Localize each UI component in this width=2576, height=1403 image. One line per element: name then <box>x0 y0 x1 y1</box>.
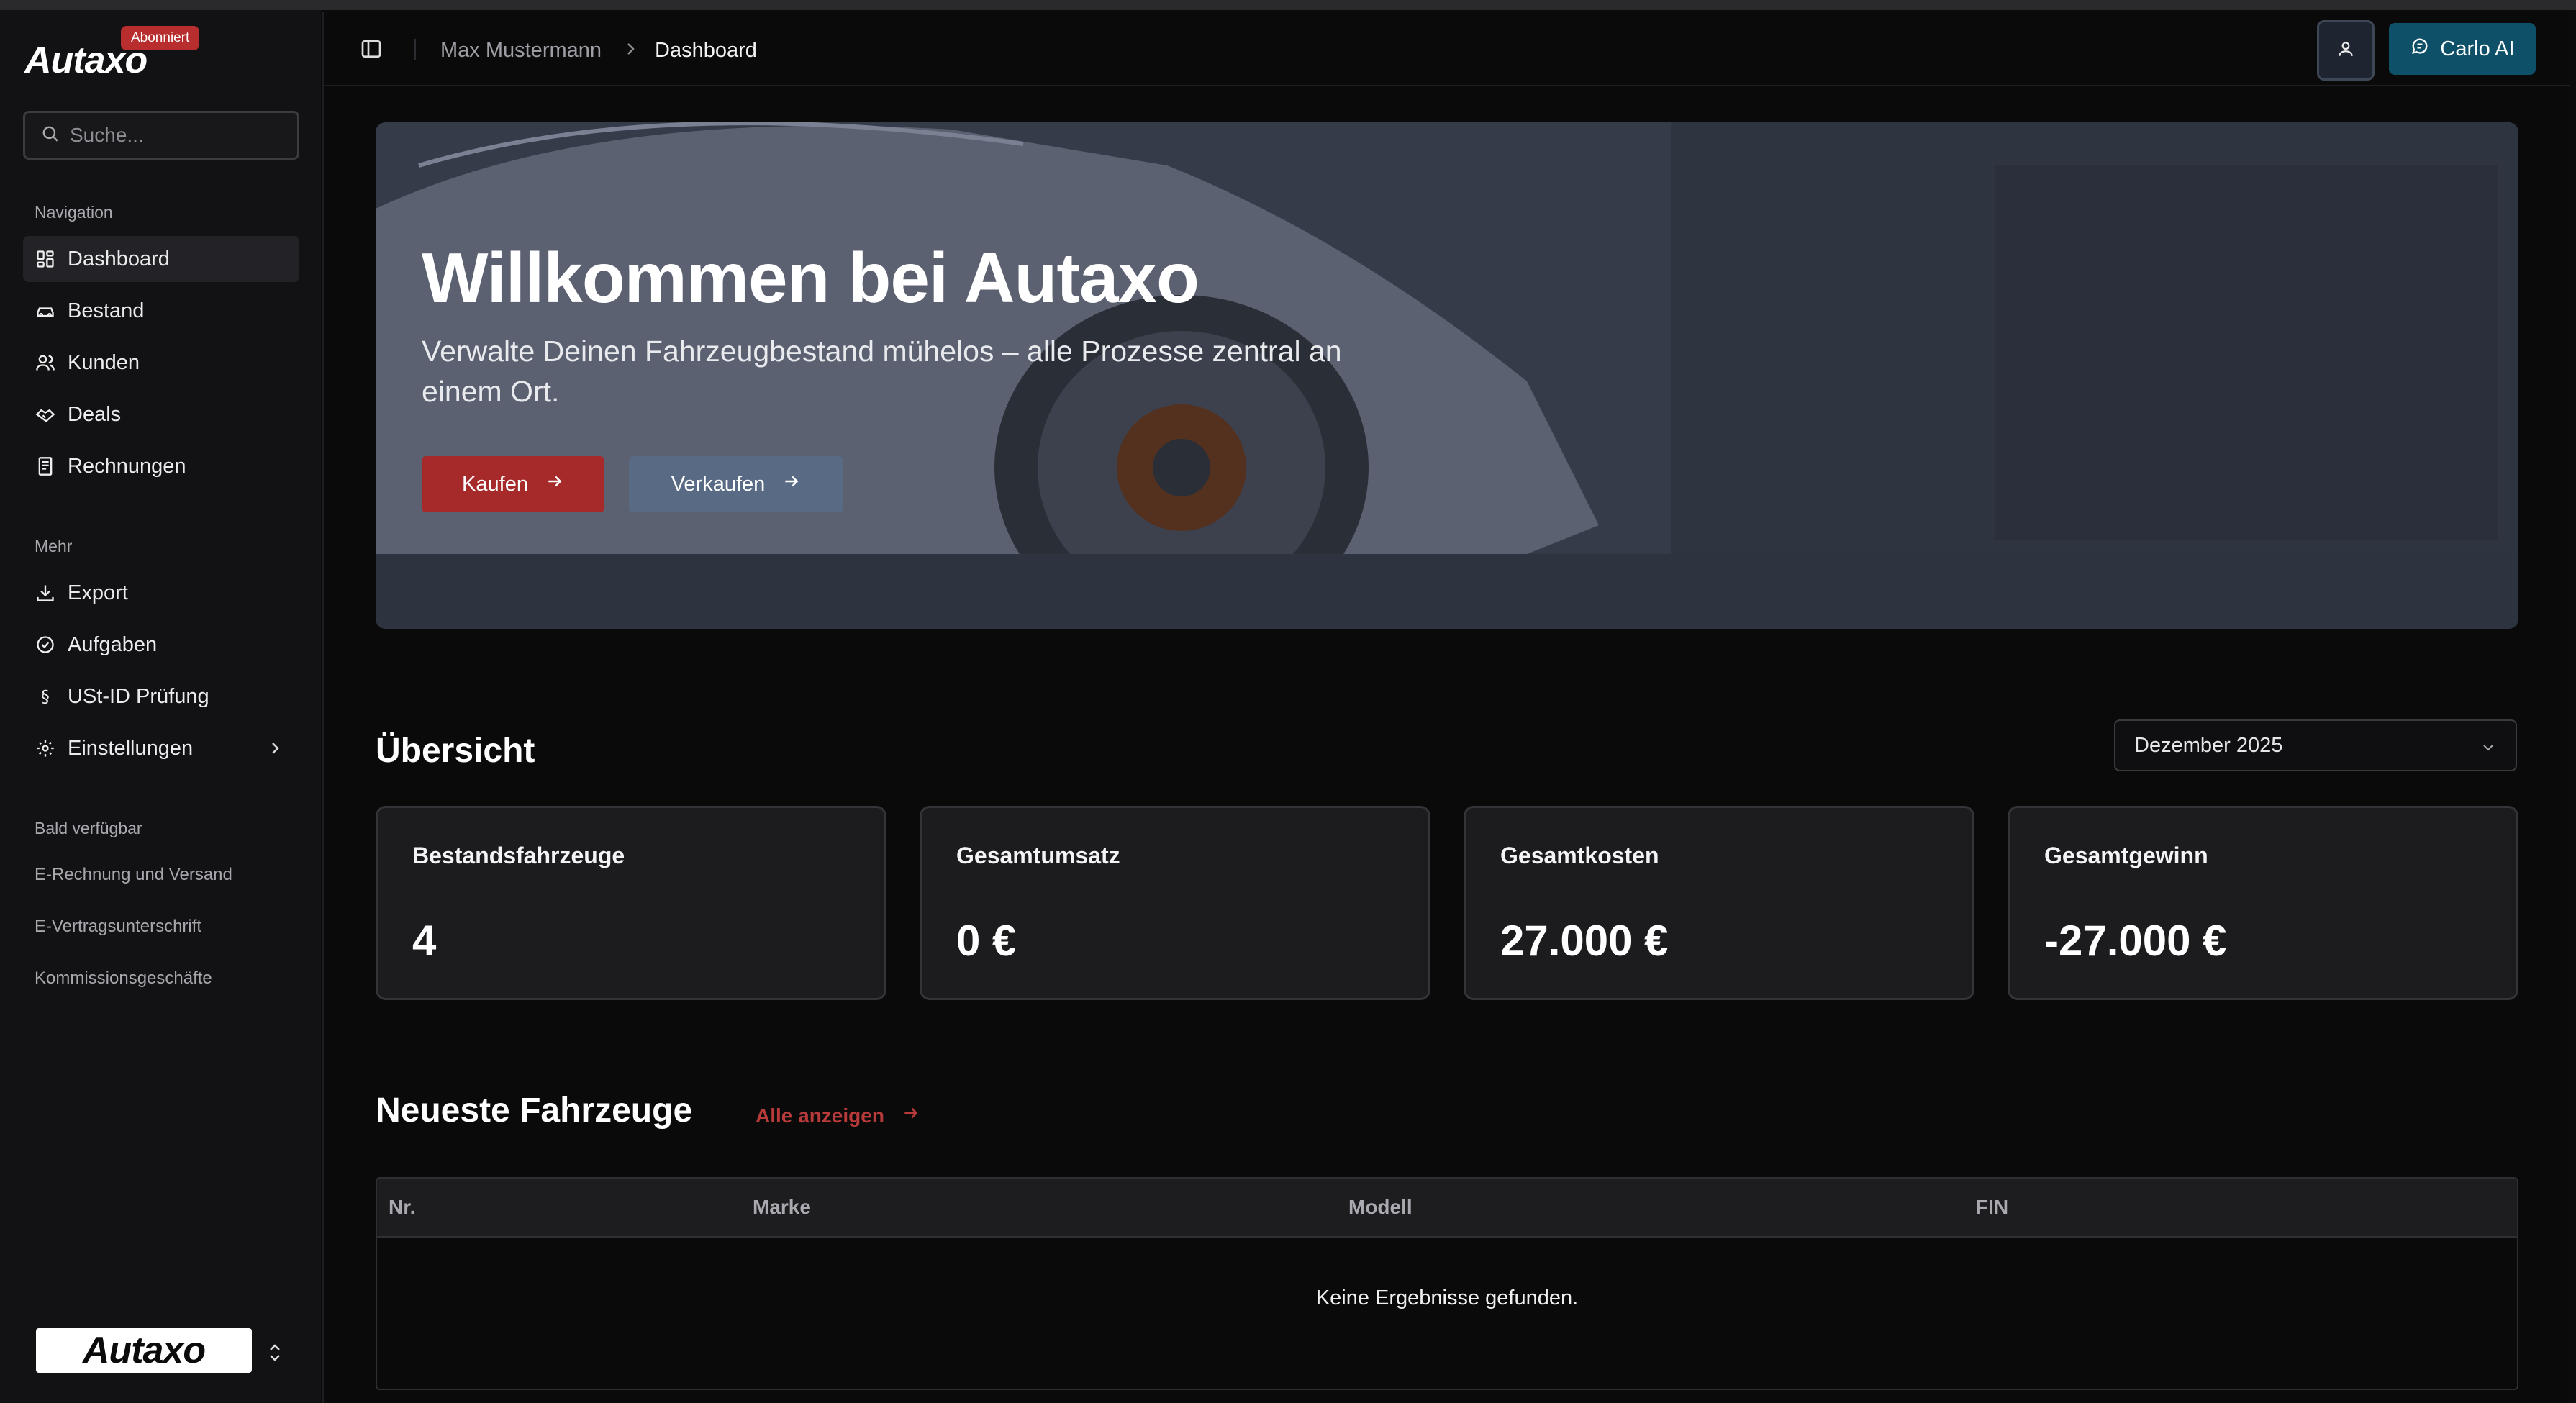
sidebar-item-einstellungen[interactable]: Einstellungen <box>23 725 299 771</box>
column-header-nr[interactable]: Nr. <box>389 1196 415 1219</box>
stat-card-label: Gesamtkosten <box>1500 843 1659 868</box>
sidebar-item-deals[interactable]: Deals <box>23 391 299 437</box>
section-sign-icon: § <box>35 686 56 707</box>
stat-card-label: Gesamtgewinn <box>2044 843 2208 868</box>
sidebar-toggle-icon[interactable] <box>360 37 383 64</box>
sidebar-item-label: Export <box>68 581 128 604</box>
column-header-modell[interactable]: Modell <box>1348 1196 1412 1219</box>
stat-card-value: 27.000 € <box>1500 917 1669 965</box>
stat-card-gewinn: Gesamtgewinn -27.000 € <box>2008 806 2518 1000</box>
nav-section-title: Navigation <box>35 203 113 222</box>
carlo-ai-label: Carlo AI <box>2440 37 2515 60</box>
receipt-icon <box>35 455 56 477</box>
breadcrumb-user[interactable]: Max Mustermann <box>440 39 602 63</box>
overview-title: Übersicht <box>376 732 535 770</box>
stat-card-value: 0 € <box>956 917 1017 965</box>
more-section-title: Mehr <box>35 537 73 555</box>
car-icon <box>35 300 56 322</box>
buy-button-label: Kaufen <box>462 472 528 496</box>
chat-icon <box>2410 36 2430 62</box>
gear-icon <box>35 737 56 759</box>
dashboard-grid-icon <box>35 248 56 270</box>
workspace-logo[interactable]: Autaxo <box>36 1328 252 1373</box>
sidebar-item-aufgaben[interactable]: Aufgaben <box>23 622 299 668</box>
month-select[interactable]: Dezember 2025 <box>2114 719 2517 771</box>
search-box[interactable] <box>23 111 299 160</box>
top-header: Max Mustermann Dashboard Carlo AI <box>324 12 2570 86</box>
column-header-marke[interactable]: Marke <box>753 1196 811 1219</box>
show-all-label: Alle anzeigen <box>756 1104 884 1127</box>
sidebar-item-label: Deals <box>68 402 122 426</box>
sidebar: Autaxo Abonniert Navigation Dashboard Be… <box>0 10 321 1403</box>
empty-state-text: Keine Ergebnisse gefunden. <box>1315 1286 1579 1309</box>
user-icon <box>2336 40 2355 62</box>
sidebar-item-label: Dashboard <box>68 247 170 271</box>
hero-title: Willkommen bei Autaxo <box>422 238 1199 317</box>
sidebar-item-label: Bestand <box>68 299 145 322</box>
download-icon <box>35 582 56 604</box>
handshake-icon <box>35 404 56 425</box>
main-content: Max Mustermann Dashboard Carlo AI Willko… <box>322 12 2570 1403</box>
breadcrumb-current: Dashboard <box>655 39 757 62</box>
stat-card-label: Gesamtumsatz <box>956 843 1120 868</box>
soon-item-kommission: Kommissionsgeschäfte <box>35 968 212 988</box>
search-input[interactable] <box>70 124 286 147</box>
sidebar-item-dashboard[interactable]: Dashboard <box>23 236 299 282</box>
subscription-badge: Abonniert <box>121 26 200 50</box>
chevron-down-icon <box>2480 738 2497 762</box>
sidebar-item-label: Einstellungen <box>68 736 194 760</box>
stat-card-umsatz: Gesamtumsatz 0 € <box>920 806 1430 1000</box>
window-top-strip <box>0 0 2576 10</box>
soon-item-e-vertrag: E-Vertragsunterschrift <box>35 917 202 936</box>
app-window: Autaxo Abonniert Navigation Dashboard Be… <box>0 0 2576 1403</box>
search-icon <box>41 124 60 147</box>
workspace-logo-text: Autaxo <box>82 1330 206 1371</box>
svg-text:§: § <box>41 686 50 707</box>
stat-card-value: 4 <box>412 917 437 965</box>
sidebar-item-export[interactable]: Export <box>23 570 299 616</box>
soon-section-title: Bald verfügbar <box>35 819 142 837</box>
buy-button[interactable]: Kaufen <box>422 456 604 512</box>
workspace-switch-icon[interactable] <box>266 1340 284 1369</box>
carlo-ai-button[interactable]: Carlo AI <box>2389 23 2536 75</box>
breadcrumb-chevron-icon <box>622 40 639 61</box>
stat-card-value: -27.000 € <box>2044 917 2227 965</box>
stat-card-label: Bestandsfahrzeuge <box>412 843 625 868</box>
sidebar-item-label: Kunden <box>68 350 140 374</box>
stat-card-bestand: Bestandsfahrzeuge 4 <box>376 806 886 1000</box>
sell-button-label: Verkaufen <box>671 472 766 496</box>
newest-vehicles-title: Neueste Fahrzeuge <box>376 1091 693 1130</box>
sidebar-item-label: USt-ID Prüfung <box>68 684 209 708</box>
header-divider <box>414 39 416 60</box>
sidebar-item-ust-id[interactable]: § USt-ID Prüfung <box>23 673 299 719</box>
column-header-fin[interactable]: FIN <box>1976 1196 2008 1219</box>
arrow-right-icon <box>782 472 801 496</box>
month-select-value: Dezember 2025 <box>2134 733 2283 757</box>
sell-button[interactable]: Verkaufen <box>629 456 843 512</box>
chevron-right-icon <box>266 738 284 764</box>
soon-item-e-rechnung: E-Rechnung und Versand <box>35 865 232 884</box>
sidebar-item-bestand[interactable]: Bestand <box>23 288 299 334</box>
users-icon <box>35 352 56 373</box>
sidebar-item-rechnungen[interactable]: Rechnungen <box>23 443 299 489</box>
vehicles-table: Nr. Marke Modell FIN Keine Ergebnisse ge… <box>376 1177 2518 1390</box>
arrow-right-icon <box>902 1104 920 1127</box>
user-button[interactable] <box>2317 20 2375 81</box>
stat-card-kosten: Gesamtkosten 27.000 € <box>1464 806 1974 1000</box>
sidebar-item-label: Rechnungen <box>68 454 186 478</box>
check-circle-icon <box>35 634 56 655</box>
table-header-row: Nr. Marke Modell FIN <box>377 1179 2517 1238</box>
hero-banner: Willkommen bei Autaxo Verwalte Deinen Fa… <box>376 122 2518 629</box>
sidebar-item-label: Aufgaben <box>68 632 158 656</box>
show-all-link[interactable]: Alle anzeigen <box>756 1104 920 1127</box>
arrow-right-icon <box>545 472 564 496</box>
sidebar-item-kunden[interactable]: Kunden <box>23 340 299 386</box>
hero-subtitle: Verwalte Deinen Fahrzeugbestand mühelos … <box>422 335 1342 408</box>
